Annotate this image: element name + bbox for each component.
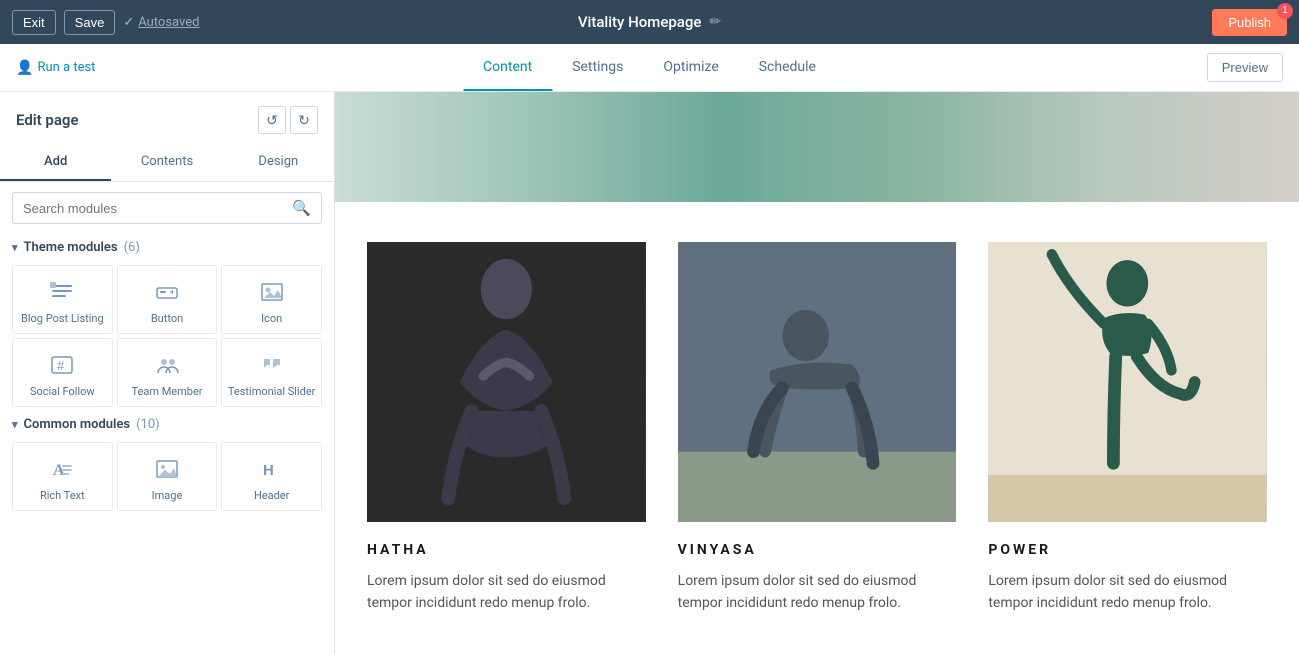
sub-nav-right: Preview [1207, 53, 1283, 82]
module-testimonial-icon [256, 349, 288, 381]
module-icon[interactable]: Icon [221, 265, 322, 334]
module-blog-post-listing[interactable]: Blog Post Listing [12, 265, 113, 334]
autosaved-status: ✓ Autosaved [123, 15, 199, 30]
canvas-top-image [335, 92, 1299, 202]
tab-schedule[interactable]: Schedule [739, 45, 836, 91]
top-bar-right: Publish 1 [1212, 9, 1287, 36]
sidebar: Edit page ↺ ↻ Add Contents Design 🔍 ▾ Th… [0, 92, 335, 654]
yoga-card-vinyasa: VINYASA Lorem ipsum dolor sit sed do eiu… [678, 242, 957, 615]
module-team-label: Team Member [131, 385, 202, 398]
module-social-label: Social Follow [30, 385, 95, 398]
yoga-card-hatha: HATHA Lorem ipsum dolor sit sed do eiusm… [367, 242, 646, 615]
top-bar-center: Vitality Homepage ✏ [578, 13, 721, 31]
top-image-overlay [335, 92, 1299, 202]
modules-scroll: ▾ Theme modules (6) Blog Post Lis [0, 234, 334, 654]
search-icon[interactable]: 🔍 [292, 199, 311, 217]
module-social-follow[interactable]: # Social Follow [12, 338, 113, 407]
publish-badge: 1 [1277, 3, 1293, 19]
publish-button[interactable]: Publish 1 [1212, 9, 1287, 36]
top-bar: Exit Save ✓ Autosaved Vitality Homepage … [0, 0, 1299, 44]
module-blog-icon [46, 276, 78, 308]
module-blog-label: Blog Post Listing [21, 312, 104, 325]
module-testimonial-label: Testimonial Slider [228, 385, 316, 398]
theme-modules-count: (6) [124, 240, 140, 255]
theme-chevron-icon: ▾ [12, 241, 18, 254]
user-icon: 👤 [16, 60, 33, 76]
tab-optimize[interactable]: Optimize [643, 45, 738, 91]
sidebar-tab-contents[interactable]: Contents [111, 144, 222, 181]
common-modules-header[interactable]: ▾ Common modules (10) [0, 411, 334, 438]
top-bar-left: Exit Save ✓ Autosaved [12, 10, 199, 35]
sidebar-tabs: Add Contents Design [0, 144, 334, 182]
sidebar-header: Edit page ↺ ↻ [0, 92, 334, 144]
module-social-icon: # [46, 349, 78, 381]
undo-button[interactable]: ↺ [258, 106, 286, 134]
module-header[interactable]: H Header [221, 442, 322, 511]
search-input-wrap: 🔍 [12, 192, 322, 224]
module-image[interactable]: Image [117, 442, 218, 511]
yoga-desc-hatha: Lorem ipsum dolor sit sed do eiusmod tem… [367, 570, 646, 615]
search-wrap: 🔍 [0, 182, 334, 234]
search-input[interactable] [23, 201, 286, 216]
edit-icon[interactable]: ✏ [709, 14, 721, 30]
module-image-icon [151, 453, 183, 485]
yoga-title-vinyasa: VINYASA [678, 542, 957, 558]
sub-nav: 👤 Run a test Content Settings Optimize S… [0, 44, 1299, 92]
sidebar-tab-design[interactable]: Design [223, 144, 334, 181]
tab-content[interactable]: Content [463, 45, 552, 91]
module-button-icon [151, 276, 183, 308]
module-testimonial-slider[interactable]: Testimonial Slider [221, 338, 322, 407]
module-rich-text-label: Rich Text [40, 489, 85, 502]
svg-text:#: # [57, 358, 65, 373]
yoga-cards-grid: HATHA Lorem ipsum dolor sit sed do eiusm… [367, 242, 1267, 615]
theme-modules-grid: Blog Post Listing Button [0, 261, 334, 411]
common-modules-label: Common modules [24, 417, 131, 432]
module-icon-icon [256, 276, 288, 308]
common-modules-count: (10) [136, 417, 160, 432]
yoga-title-hatha: HATHA [367, 542, 646, 558]
module-image-label: Image [152, 489, 183, 502]
yoga-title-power: POWER [988, 542, 1267, 558]
yoga-cards-section: HATHA Lorem ipsum dolor sit sed do eiusm… [335, 202, 1299, 654]
yoga-card-power: POWER Lorem ipsum dolor sit sed do eiusm… [988, 242, 1267, 615]
canvas-area: HATHA Lorem ipsum dolor sit sed do eiusm… [335, 92, 1299, 654]
module-icon-label: Icon [261, 312, 282, 325]
yoga-desc-vinyasa: Lorem ipsum dolor sit sed do eiusmod tem… [678, 570, 957, 615]
yoga-desc-power: Lorem ipsum dolor sit sed do eiusmod tem… [988, 570, 1267, 615]
main-layout: Edit page ↺ ↻ Add Contents Design 🔍 ▾ Th… [0, 92, 1299, 654]
svg-text:H: H [263, 462, 274, 479]
save-button[interactable]: Save [64, 10, 116, 35]
common-modules-grid: A Rich Text [0, 438, 334, 515]
module-team-member[interactable]: Team Member [117, 338, 218, 407]
yoga-image-power [988, 242, 1267, 522]
autosaved-link[interactable]: Autosaved [138, 15, 199, 30]
module-header-icon: H [256, 453, 288, 485]
undo-redo-controls: ↺ ↻ [258, 106, 318, 134]
page-title: Vitality Homepage ✏ [578, 13, 721, 31]
module-team-icon [151, 349, 183, 381]
sidebar-tab-add[interactable]: Add [0, 144, 111, 181]
exit-button[interactable]: Exit [12, 10, 56, 35]
module-header-label: Header [254, 489, 289, 502]
yoga-image-vinyasa [678, 242, 957, 522]
check-icon: ✓ [123, 15, 134, 30]
preview-button[interactable]: Preview [1207, 53, 1283, 82]
module-rich-text[interactable]: A Rich Text [12, 442, 113, 511]
yoga-image-hatha [367, 242, 646, 522]
module-button-label: Button [151, 312, 183, 325]
redo-button[interactable]: ↻ [290, 106, 318, 134]
edit-page-title: Edit page [16, 111, 79, 129]
module-button[interactable]: Button [117, 265, 218, 334]
theme-modules-label: Theme modules [24, 240, 118, 255]
module-rich-text-icon: A [46, 453, 78, 485]
common-chevron-icon: ▾ [12, 418, 18, 431]
sub-nav-tabs: Content Settings Optimize Schedule [463, 45, 836, 91]
sub-nav-left: 👤 Run a test [16, 60, 95, 76]
run-test-link[interactable]: 👤 Run a test [16, 60, 95, 76]
tab-settings[interactable]: Settings [552, 45, 643, 91]
theme-modules-header[interactable]: ▾ Theme modules (6) [0, 234, 334, 261]
